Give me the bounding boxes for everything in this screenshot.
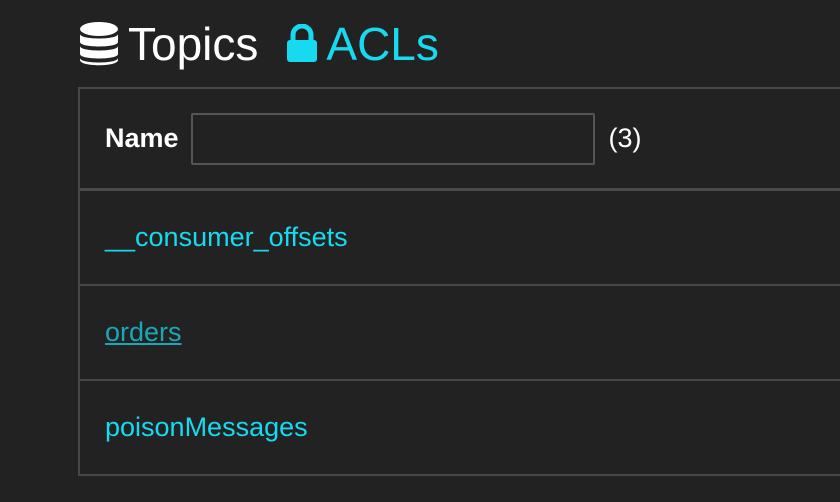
database-icon	[78, 21, 120, 67]
acls-nav-label: ACLs	[326, 18, 439, 70]
topic-count: (3)	[608, 123, 642, 153]
name-filter-label: Name	[105, 123, 179, 153]
lock-icon	[286, 24, 318, 64]
topic-link-orders[interactable]: orders	[105, 317, 182, 348]
topics-nav-label: Topics	[128, 18, 259, 70]
table-header: Name (3)	[80, 89, 840, 191]
topics-nav-link[interactable]: Topics	[78, 16, 258, 72]
acls-nav-link[interactable]: ACLs	[286, 16, 439, 72]
name-filter-input[interactable]	[190, 112, 595, 165]
topic-link-consumer-offsets[interactable]: __consumer_offsets	[105, 222, 348, 253]
table-row: poisonMessages	[80, 381, 840, 474]
page: Topics ACLs Name (3) __consumer_offsets …	[0, 0, 840, 502]
topic-link-poison-messages[interactable]: poisonMessages	[105, 412, 308, 443]
table-row: __consumer_offsets	[80, 191, 840, 286]
header-nav: Topics ACLs	[78, 14, 439, 74]
topics-table: Name (3) __consumer_offsets orders poiso…	[78, 87, 840, 476]
table-row: orders	[80, 286, 840, 381]
